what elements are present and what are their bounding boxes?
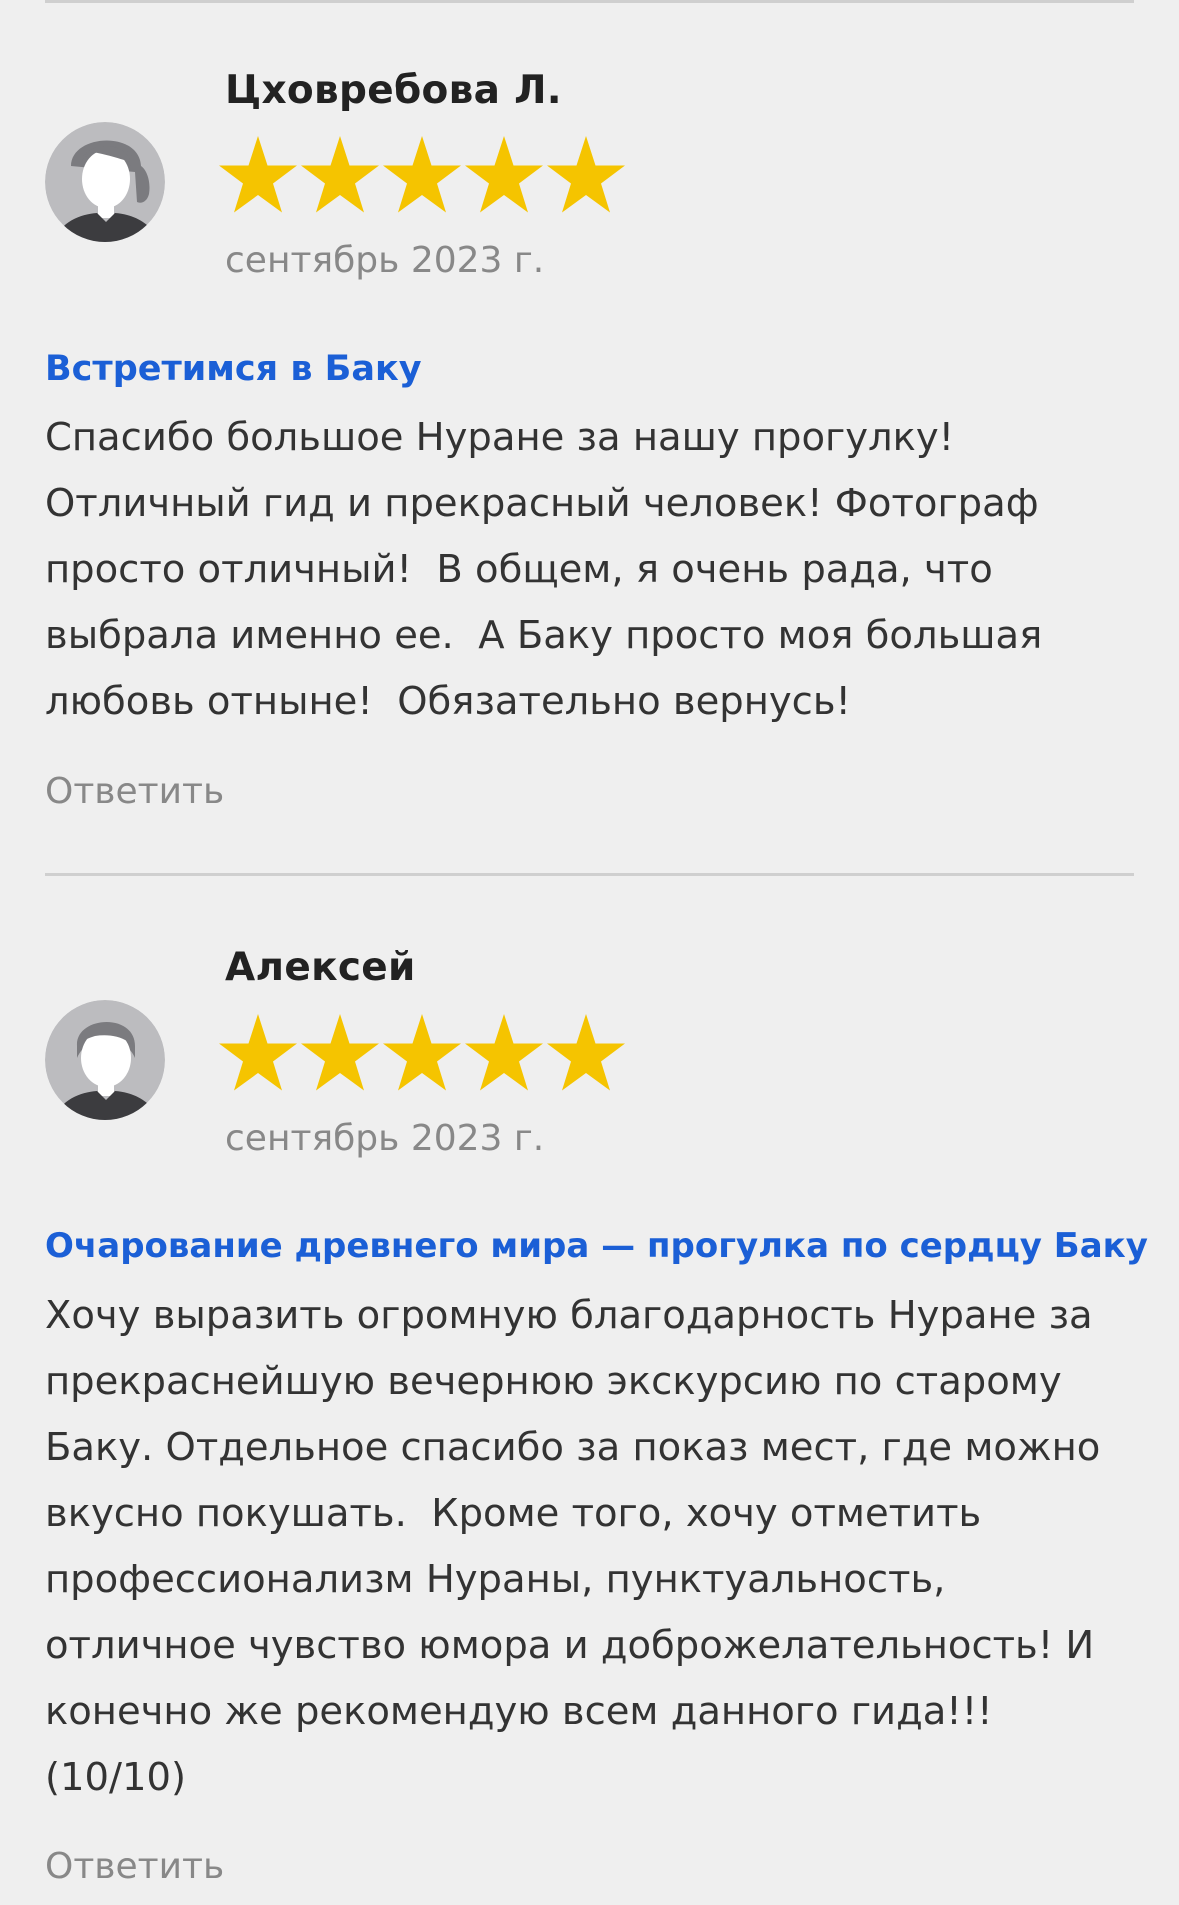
female-user-icon <box>45 122 165 242</box>
review-text: Спасибо большое Нуране за нашу прогулку!… <box>45 415 1043 724</box>
reviewer-name: Алексей <box>225 945 416 990</box>
tour-title-link[interactable]: Очарование древнего мира — прогулка по с… <box>45 1226 1148 1266</box>
review-date: сентябрь 2023 г. <box>225 1118 545 1159</box>
star-icon <box>547 1014 625 1091</box>
tour-title-link[interactable]: Встретимся в Баку <box>45 349 422 389</box>
star-icon <box>219 1014 297 1091</box>
star-icon <box>383 136 461 213</box>
star-icon <box>465 136 543 213</box>
star-icon <box>301 136 379 213</box>
star-icon <box>383 1014 461 1091</box>
star-rating <box>217 132 627 228</box>
divider <box>45 873 1134 876</box>
star-icon <box>301 1014 379 1091</box>
star-icon <box>219 136 297 213</box>
star-icon <box>547 136 625 213</box>
reply-button[interactable]: Ответить <box>45 1846 224 1887</box>
male-user-icon <box>45 1000 165 1120</box>
divider <box>45 0 1134 3</box>
star-icon <box>465 1014 543 1091</box>
star-rating <box>217 1010 627 1106</box>
review-date: сентябрь 2023 г. <box>225 240 545 281</box>
reply-button[interactable]: Ответить <box>45 771 224 812</box>
reviewer-name: Цховребова Л. <box>225 68 562 113</box>
review-text: Хочу выразить огромную благодарность Нур… <box>45 1293 1101 1800</box>
